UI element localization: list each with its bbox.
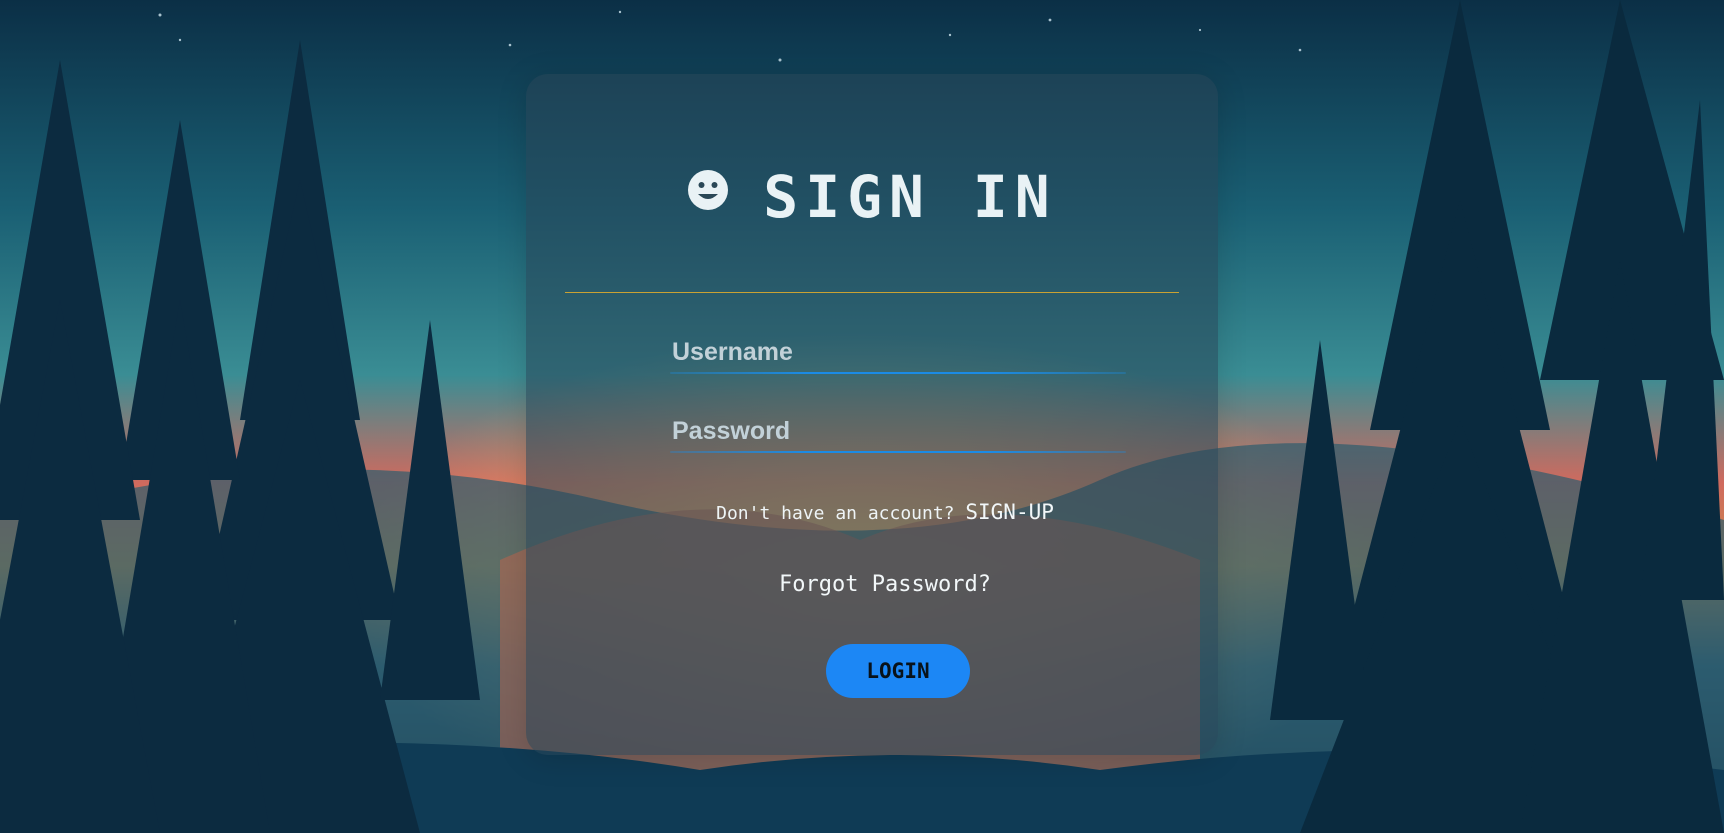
signup-link[interactable]: SIGN-UP [965, 500, 1054, 524]
sign-in-header: SIGN IN [526, 162, 1218, 226]
signup-prompt-text: Don't have an account? [716, 503, 955, 524]
login-button[interactable]: LOGIN [826, 644, 970, 698]
sign-in-card: SIGN IN Don't have an account? SIGN-UP F… [526, 74, 1218, 755]
password-field [670, 411, 1126, 453]
page-title: SIGN IN [763, 163, 1057, 231]
signup-prompt: Don't have an account? SIGN-UP [552, 500, 1218, 524]
smiley-icon [687, 162, 729, 210]
username-input[interactable] [670, 332, 1126, 372]
password-underline [670, 451, 1126, 453]
username-underline [670, 372, 1126, 374]
password-input[interactable] [670, 411, 1126, 451]
username-field [670, 332, 1126, 374]
title-divider [565, 292, 1179, 293]
forgot-password-link[interactable]: Forgot Password? [552, 572, 1218, 597]
